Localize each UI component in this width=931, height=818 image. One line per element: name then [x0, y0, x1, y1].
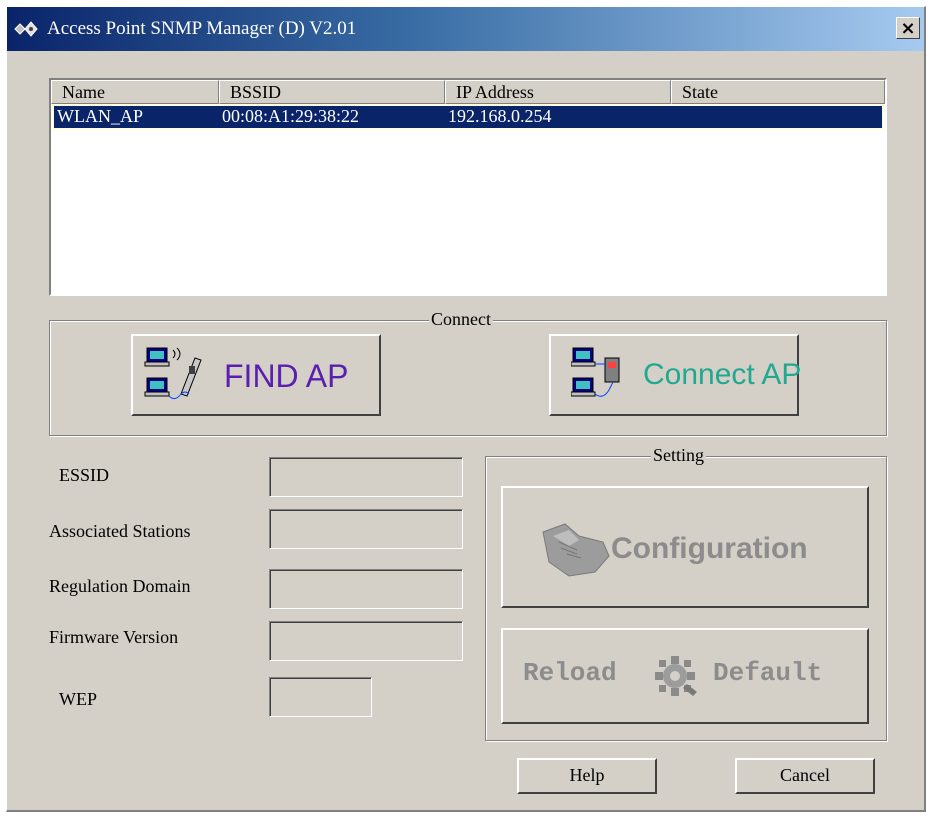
- row-bssid-cell: 00:08:A1:29:38:22: [222, 106, 360, 126]
- configuration-label: Configuration: [611, 532, 808, 565]
- main-window: Access Point SNMP Manager (D) V2.01 × Na…: [6, 6, 926, 812]
- row-ip-cell: 192.168.0.254: [448, 106, 552, 126]
- connect-ap-button[interactable]: Connect AP: [549, 334, 802, 416]
- close-icon: ×: [900, 18, 916, 39]
- default-label: Default: [713, 658, 823, 688]
- connect-ap-label: Connect AP: [643, 358, 802, 391]
- firmware-version-label: Firmware Version: [49, 627, 179, 647]
- configuration-button[interactable]: Configuration: [501, 486, 869, 608]
- find-ap-label: FIND AP: [224, 358, 349, 394]
- wireless-pc-icon: [143, 344, 215, 411]
- regulation-domain-label: Regulation Domain: [49, 576, 191, 596]
- close-button[interactable]: ×: [896, 17, 920, 39]
- hand-tool-icon: [539, 522, 611, 583]
- gear-reload-icon: [653, 654, 703, 705]
- regulation-domain-field: [269, 569, 463, 609]
- associated-stations-field: [269, 509, 463, 549]
- essid-field: [269, 457, 463, 497]
- app-icon: [13, 21, 41, 37]
- column-header-ip-address[interactable]: IP Address: [445, 80, 671, 104]
- connect-group-label: Connect: [429, 309, 493, 330]
- setting-group-label: Setting: [651, 445, 707, 466]
- reload-label: Reload: [523, 658, 617, 688]
- firmware-version-field: [269, 621, 463, 661]
- wep-field: [269, 677, 372, 717]
- window-title: Access Point SNMP Manager (D) V2.01: [47, 18, 357, 39]
- column-header-bssid[interactable]: BSSID: [219, 80, 445, 104]
- title-bar: Access Point SNMP Manager (D) V2.01 ×: [7, 7, 924, 51]
- associated-stations-label: Associated Stations: [49, 521, 191, 541]
- help-button[interactable]: Help: [517, 758, 657, 794]
- cancel-button[interactable]: Cancel: [735, 758, 875, 794]
- ap-list[interactable]: Name BSSID IP Address State WLAN_AP 00:0…: [49, 78, 887, 296]
- setting-group: Setting Configuration Reload Default: [485, 445, 887, 741]
- row-state-cell: [671, 106, 881, 128]
- column-header-name[interactable]: Name: [51, 80, 219, 104]
- ap-list-header: Name BSSID IP Address State: [51, 80, 885, 104]
- essid-label: ESSID: [59, 465, 110, 485]
- reload-default-button[interactable]: Reload Default: [501, 628, 869, 724]
- column-header-state[interactable]: State: [671, 80, 885, 104]
- row-name-cell: WLAN_AP: [57, 106, 143, 126]
- connect-group: Connect FIND AP Connect AP: [49, 309, 887, 436]
- wep-label: WEP: [59, 689, 97, 709]
- table-row[interactable]: WLAN_AP 00:08:A1:29:38:22 192.168.0.254: [53, 105, 883, 129]
- find-ap-button[interactable]: FIND AP: [131, 334, 381, 416]
- network-pc-icon: [570, 344, 633, 411]
